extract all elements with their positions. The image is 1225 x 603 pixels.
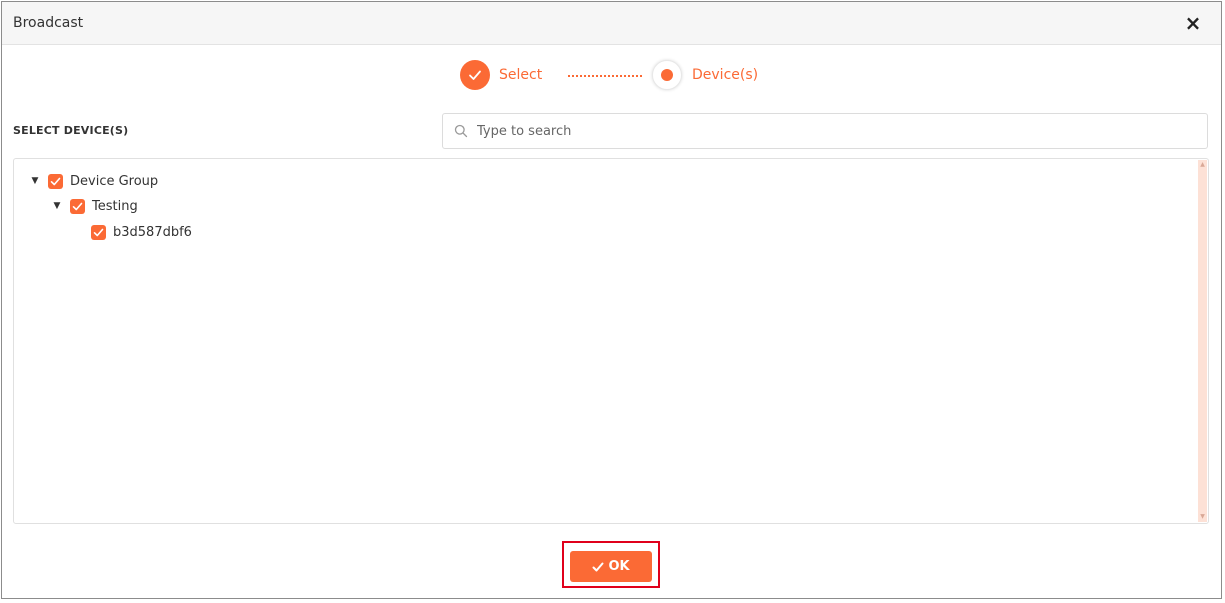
step-select-label: Select: [499, 67, 543, 83]
step-devices-indicator: [652, 60, 682, 90]
step-connector: [568, 75, 642, 77]
device-tree: ▼ Device Group ▼ Testing b3d587dbf6 ▲ ▼: [13, 158, 1209, 524]
tree-label: Device Group: [70, 173, 159, 189]
step-select-indicator: [460, 60, 490, 90]
ok-button-label: OK: [608, 559, 630, 574]
checkbox-checked-icon: [93, 228, 104, 236]
scroll-up-arrow-icon[interactable]: ▲: [1198, 160, 1207, 170]
broadcast-dialog: Broadcast × Select Device(s) SELECT DEVI…: [1, 1, 1222, 599]
select-devices-label: SELECT DEVICE(S): [13, 124, 129, 137]
checkbox-testing[interactable]: [70, 198, 85, 214]
close-icon[interactable]: ×: [1183, 11, 1203, 35]
checkbox-checked-icon: [72, 202, 83, 210]
dialog-header: Broadcast ×: [2, 2, 1221, 45]
search-icon: [454, 124, 468, 138]
checkbox-device[interactable]: [91, 224, 106, 240]
search-box[interactable]: [442, 113, 1208, 149]
checkbox-device-group[interactable]: [48, 173, 63, 189]
stepper: Select Device(s): [2, 59, 1221, 93]
caret-down-icon[interactable]: ▼: [30, 176, 40, 186]
check-icon: [469, 70, 481, 80]
search-input[interactable]: [477, 120, 1177, 142]
tree-node-device-group[interactable]: ▼ Device Group: [30, 171, 158, 191]
caret-down-icon[interactable]: ▼: [52, 201, 62, 211]
tree-label: b3d587dbf6: [113, 224, 192, 240]
check-icon: [592, 562, 604, 571]
dialog-title: Broadcast: [13, 15, 84, 31]
tree-node-testing[interactable]: ▼ Testing: [52, 196, 138, 216]
tree-node-device[interactable]: b3d587dbf6: [91, 222, 192, 242]
ok-button[interactable]: OK: [570, 551, 652, 582]
active-step-dot: [661, 69, 673, 81]
scroll-down-arrow-icon[interactable]: ▼: [1198, 512, 1207, 522]
scrollbar[interactable]: ▲ ▼: [1198, 160, 1207, 522]
checkbox-checked-icon: [50, 177, 61, 185]
step-devices-label: Device(s): [692, 67, 759, 83]
tree-label: Testing: [92, 198, 138, 214]
